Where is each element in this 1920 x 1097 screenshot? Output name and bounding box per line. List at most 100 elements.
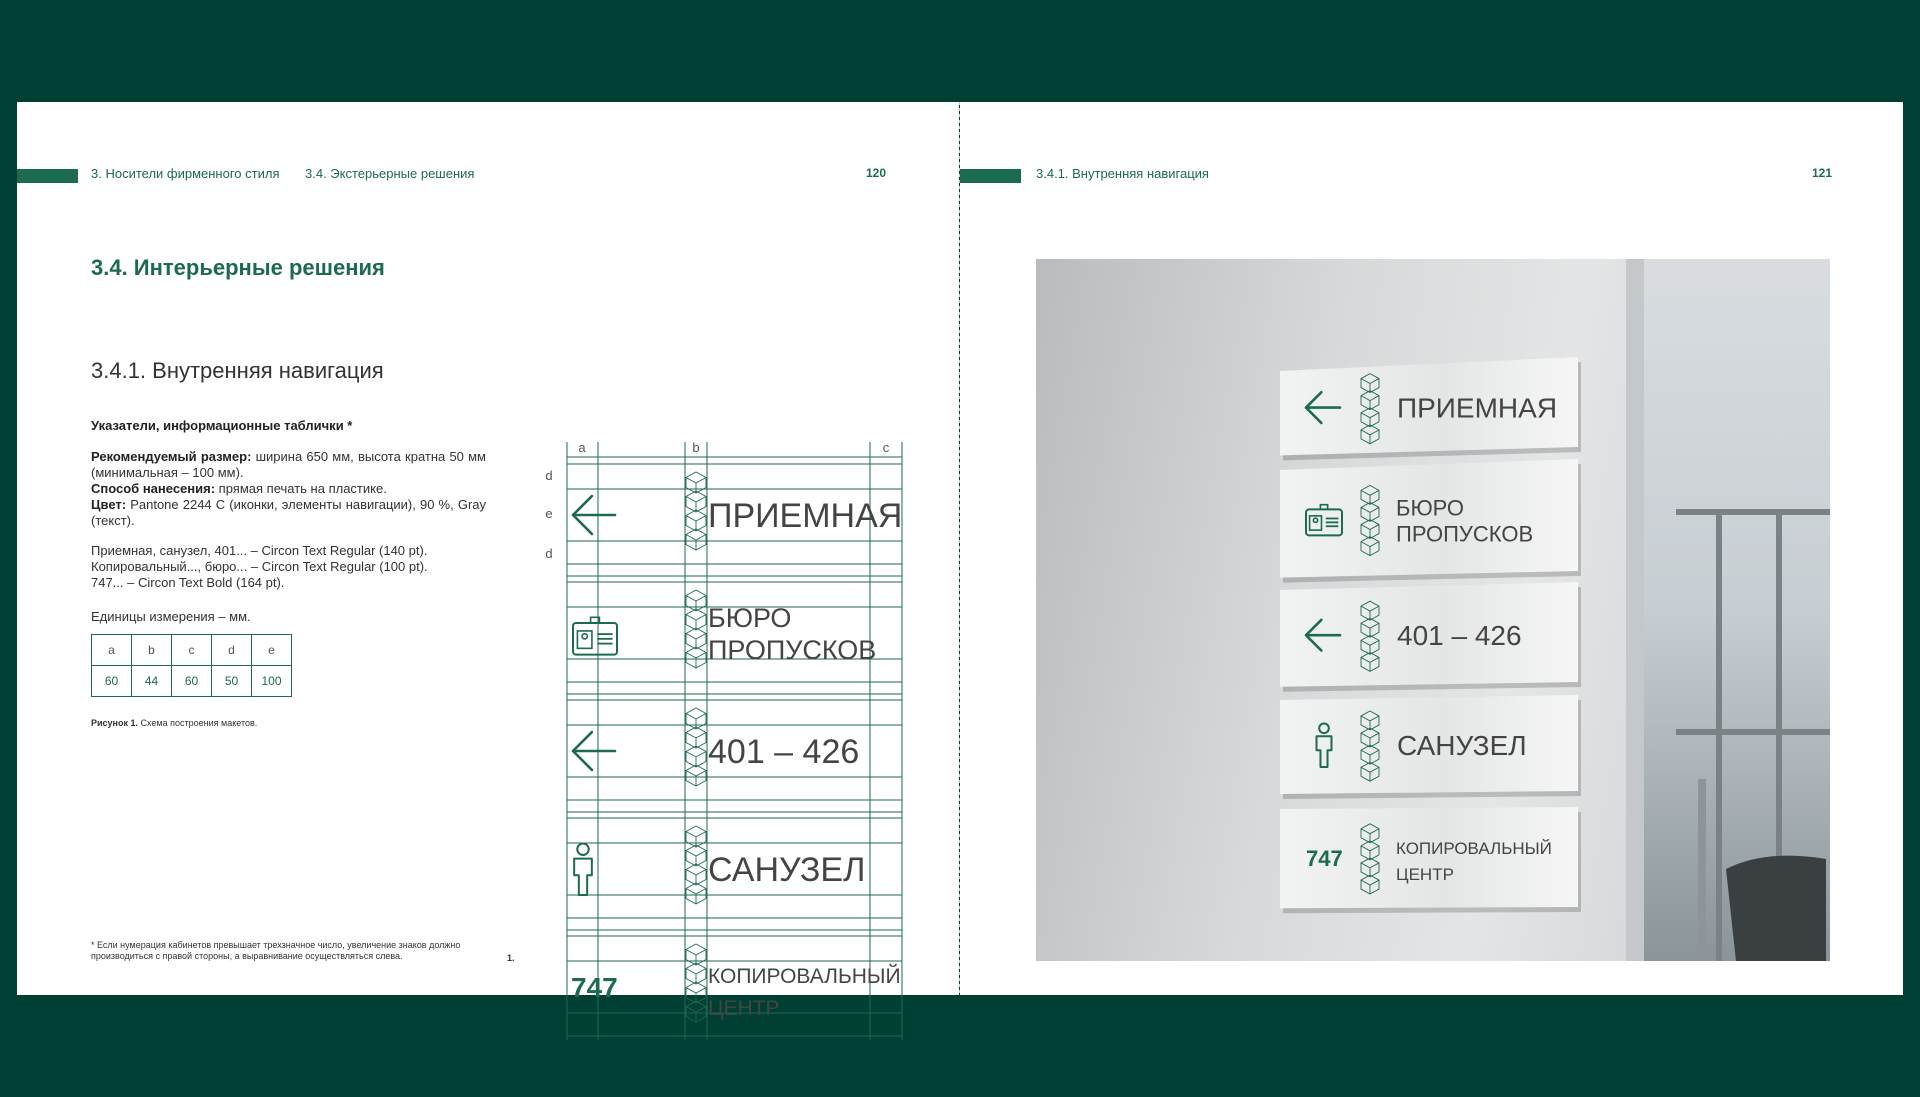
cube-shape: [685, 863, 707, 886]
spec-color: Цвет: Pantone 2244 C (иконки, элементы н…: [91, 497, 487, 528]
table-row: 60 44 60 50 100: [91, 665, 292, 697]
arrow-path: [571, 730, 617, 772]
table-cell: 44: [131, 665, 172, 697]
window-area: [1626, 259, 1830, 961]
table-cell: a: [91, 634, 132, 666]
cube-shape: [685, 589, 707, 612]
window-frame: [1676, 729, 1830, 735]
arrow-path: [571, 494, 617, 536]
person-icon: [573, 842, 593, 896]
table-cell: 50: [211, 665, 252, 697]
column-label: a: [578, 440, 586, 455]
cube-shape: [685, 528, 707, 551]
cube-shape: [685, 646, 707, 669]
cube-chain-icon: [685, 943, 707, 1023]
sign-text: ПРОПУСКОВ: [1396, 521, 1533, 546]
page-number-right: 121: [1812, 166, 1833, 180]
table-cell: d: [211, 634, 252, 666]
sign-text: БЮРО: [1396, 495, 1464, 520]
sign-text: ПРИЕМНАЯ: [708, 497, 902, 535]
cube-shape: [685, 627, 707, 650]
sign-text: КОПИРОВАЛЬНЫЙ: [1396, 839, 1552, 858]
signage-photo: ПРИЕМНАЯ БЮРО ПРОПУСКОВ 401 – 426 САНУЗЕЛ 747…: [1036, 259, 1830, 961]
spec-method: Способ нанесения: прямая печать на пласт…: [91, 481, 387, 496]
cube-shape: [685, 707, 707, 730]
photo-scene: ПРИЕМНАЯ БЮРОПРОПУСКОВ 401 – 426 САНУЗЕЛ 747…: [1280, 259, 1830, 961]
spec-heading: Указатели, информационные таблички *: [91, 418, 353, 433]
wall-sign: САНУЗЕЛ: [1280, 695, 1581, 799]
breadcrumb-right: 3.4.1. Внутренняя навигация: [1036, 166, 1209, 181]
sign-text: САНУЗЕЛ: [1397, 730, 1527, 761]
cube-shape: [685, 726, 707, 749]
sign-text: ЦЕНТР: [1396, 865, 1454, 884]
office-chair: [1726, 855, 1826, 961]
cube-shape: [685, 509, 707, 532]
cube-chain-icon: [685, 707, 707, 787]
cube-shape: [685, 943, 707, 966]
table-row: a b c d e: [91, 634, 292, 666]
cube-shape: [685, 471, 707, 494]
wall-sign: 401 – 426: [1280, 582, 1581, 692]
header-bar-left: [17, 169, 78, 183]
footnote: * Если нумерация кабинетов превышает тре…: [91, 940, 461, 961]
sign-text: 401 – 426: [1397, 620, 1522, 651]
wall-sign: БЮРОПРОПУСКОВ: [1280, 459, 1581, 583]
cube-shape: [685, 764, 707, 787]
cube-shape: [685, 745, 707, 768]
spec-size: Рекомендуемый размер: ширина 650 мм, выс…: [91, 449, 486, 480]
figure-number: 1.: [507, 953, 515, 963]
sign-text: КОПИРОВАЛЬНЫЙ: [708, 964, 901, 988]
room-number: 747: [1306, 846, 1343, 871]
cube-shape: [685, 981, 707, 1004]
sign-text: БЮРО: [708, 603, 791, 633]
units-note: Единицы измерения – мм.: [91, 609, 251, 624]
row-label: d: [545, 546, 552, 561]
cube-shape: [685, 882, 707, 905]
section-subtitle: 3.4.1. Внутренняя навигация: [91, 358, 384, 383]
table-cell: e: [251, 634, 292, 666]
sign-text: ЦЕНТР: [708, 997, 780, 1020]
table-cell: c: [171, 634, 212, 666]
person-body: [573, 857, 593, 896]
row-label: e: [545, 506, 552, 521]
cube-shape: [685, 608, 707, 631]
font-line-3: 747... – Circon Text Bold (164 pt).: [91, 575, 285, 590]
left-page: 3. Носители фирменного стиля 3.4. Экстер…: [17, 102, 959, 1040]
table-cell: 100: [251, 665, 292, 697]
column-label: b: [692, 440, 699, 455]
sign-text: ПРИЕМНАЯ: [1397, 393, 1557, 424]
dimensions-table: a b c d e 60 44 60 50 100: [91, 634, 292, 697]
table-cell: 60: [171, 665, 212, 697]
page-title: 3.4. Интерьерные решения: [91, 255, 385, 280]
wall-sign: 747 КОПИРОВАЛЬНЫЙ ЦЕНТР: [1280, 807, 1581, 914]
window-frame: [1676, 509, 1830, 515]
table-cell: b: [131, 634, 172, 666]
room-number: 747: [571, 972, 618, 1003]
cube-chain-icon: [685, 825, 707, 905]
arrow-left-icon: [571, 730, 617, 772]
font-line-1: Приемная, санузел, 401... – Circon Text …: [91, 543, 428, 558]
construction-diagram: a b c d e d ПРИЕМНАЯ БЮРОПРОПУСКОВ 401 – 426 САН…: [545, 440, 903, 1040]
window-frame: [1716, 509, 1722, 961]
person-head: [576, 842, 590, 856]
cube-shape: [685, 844, 707, 867]
door-handle: [1698, 779, 1706, 961]
cube-chain-icon: [685, 589, 707, 669]
breadcrumb-subsection: 3.4. Экстерьерные решения: [305, 166, 475, 181]
id-badge-icon: [572, 616, 618, 656]
breadcrumb-section: 3. Носители фирменного стиля: [91, 166, 280, 181]
column-label: c: [883, 440, 890, 455]
table-cell: 60: [91, 665, 132, 697]
arrow-left-icon: [571, 494, 617, 536]
cube-shape: [685, 962, 707, 985]
font-line-2: Копировальный..., бюро... – Circon Text …: [91, 559, 428, 574]
sign-text: ПРОПУСКОВ: [708, 635, 876, 665]
badge-head: [581, 632, 589, 640]
cube-shape: [685, 825, 707, 848]
sign-text: 401 – 426: [708, 733, 859, 771]
cube-shape: [685, 490, 707, 513]
cube-chain-icon: [685, 471, 707, 551]
wall-edge: [1626, 259, 1644, 961]
cube-shape: [685, 1000, 707, 1023]
header-bar-right: [960, 169, 1021, 183]
